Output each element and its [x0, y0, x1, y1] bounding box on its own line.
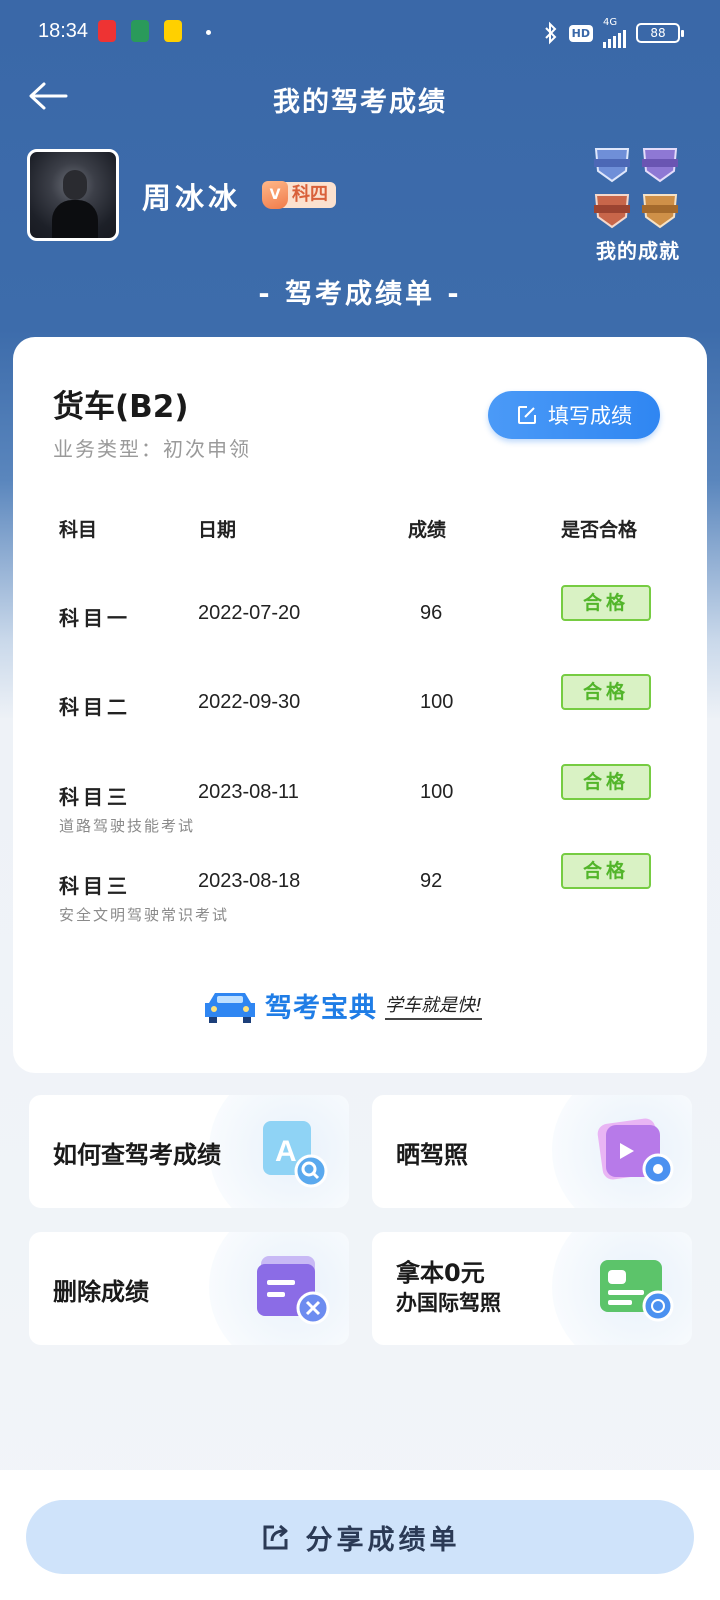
row-score: 92 [420, 870, 443, 892]
vip-v-icon: V [262, 181, 288, 209]
brand-slogan: 学车就是快! [385, 991, 483, 1020]
tile-intl-license[interactable]: 拿本0元 办国际驾照 [372, 1232, 692, 1345]
hd-badge: HD [568, 24, 593, 42]
car-logo-icon [205, 993, 255, 1023]
search-document-icon: A [263, 1121, 328, 1188]
table-row: 科目三 道路驾驶技能考试 2023-08-11 100 合格 [13, 764, 707, 861]
row-subtitle: 安全文明驾驶常识考试 [59, 906, 230, 924]
network-type: 4G [603, 17, 618, 28]
row-date: 2022-07-20 [198, 602, 301, 624]
delete-document-icon [257, 1256, 330, 1325]
netease-music-icon [98, 20, 116, 42]
level-badge[interactable]: V 科四 [262, 180, 336, 210]
railway-icon [131, 20, 149, 42]
pass-badge: 合格 [561, 585, 651, 621]
business-type: 业务类型：初次申领 [53, 437, 251, 461]
medal-subject3-icon [594, 194, 630, 229]
brand-logo: 驾考宝典 学车就是快! [203, 982, 523, 1028]
status-time: 18:34 [38, 20, 89, 42]
row-subject: 科目一 [59, 606, 131, 630]
fill-score-button[interactable]: 填写成绩 [488, 391, 660, 439]
vehicle-type: 货车(B2) [53, 389, 189, 425]
share-icon [263, 1524, 287, 1550]
status-bar: 18:34 HD 4G 88 [0, 0, 720, 64]
table-row: 科目一 2022-07-20 96 合格 [13, 585, 707, 682]
medal-subject2-icon [642, 148, 678, 183]
tile-intl-line2: 办国际驾照 [396, 1291, 501, 1315]
tile-delete-score[interactable]: 删除成绩 [29, 1232, 349, 1345]
achievements-label: 我的成就 [596, 239, 680, 263]
battery-indicator: 88 [636, 23, 684, 43]
tile-delete-label: 删除成绩 [53, 1278, 149, 1306]
medal-subject1-icon [594, 148, 630, 183]
edit-icon [518, 406, 536, 424]
signal-icon [603, 28, 626, 48]
report-title: - 驾考成绩单 - [258, 279, 462, 310]
row-score: 100 [420, 781, 454, 803]
share-report-button[interactable]: 分享成绩单 [26, 1500, 694, 1574]
brand-name: 驾考宝典 [265, 992, 377, 1024]
row-subtitle: 道路驾驶技能考试 [59, 817, 196, 835]
fill-score-label: 填写成绩 [548, 404, 632, 428]
photo-camera-icon [597, 1118, 674, 1185]
svg-text:A: A [275, 1135, 297, 1168]
column-subject: 科目 [59, 519, 98, 541]
share-label: 分享成绩单 [305, 1524, 461, 1556]
column-date: 日期 [198, 519, 237, 541]
pass-badge: 合格 [561, 853, 651, 889]
id-card-globe-icon [600, 1260, 674, 1322]
tile-show-label: 晒驾照 [396, 1141, 468, 1169]
row-subject: 科目二 [59, 695, 131, 719]
tile-show-license[interactable]: 晒驾照 [372, 1095, 692, 1208]
tile-intl-line1: 拿本0元 [396, 1259, 485, 1287]
avatar[interactable] [27, 149, 119, 241]
page-title: 我的驾考成绩 [273, 87, 447, 118]
user-name: 周冰冰 [142, 181, 242, 215]
row-subject: 科目三 [59, 874, 131, 898]
score-card: 货车(B2) 业务类型：初次申领 填写成绩 科目 日期 成绩 是否合格 科目一 … [13, 337, 707, 1073]
meituan-icon [164, 20, 182, 42]
row-date: 2023-08-18 [198, 870, 301, 892]
more-notifications-icon [206, 30, 211, 35]
row-score: 100 [420, 691, 454, 713]
column-score: 成绩 [408, 519, 447, 541]
row-subject: 科目三 [59, 785, 131, 809]
tile-query-score[interactable]: 如何查驾考成绩 A [29, 1095, 349, 1208]
row-date: 2023-08-11 [198, 781, 299, 803]
tile-query-label: 如何查驾考成绩 [53, 1141, 221, 1169]
bluetooth-icon [544, 21, 557, 45]
achievements[interactable]: 我的成就 [588, 143, 688, 264]
row-score: 96 [420, 602, 443, 624]
tile-intl-label: 拿本0元 办国际驾照 [396, 1258, 501, 1318]
pass-badge: 合格 [561, 674, 651, 710]
row-date: 2022-09-30 [198, 691, 301, 713]
column-pass: 是否合格 [561, 519, 638, 541]
pass-badge: 合格 [561, 764, 651, 800]
table-row: 科目三 安全文明驾驶常识考试 2023-08-18 92 合格 [13, 853, 707, 950]
table-row: 科目二 2022-09-30 100 合格 [13, 674, 707, 771]
medal-subject4-icon [642, 194, 678, 229]
